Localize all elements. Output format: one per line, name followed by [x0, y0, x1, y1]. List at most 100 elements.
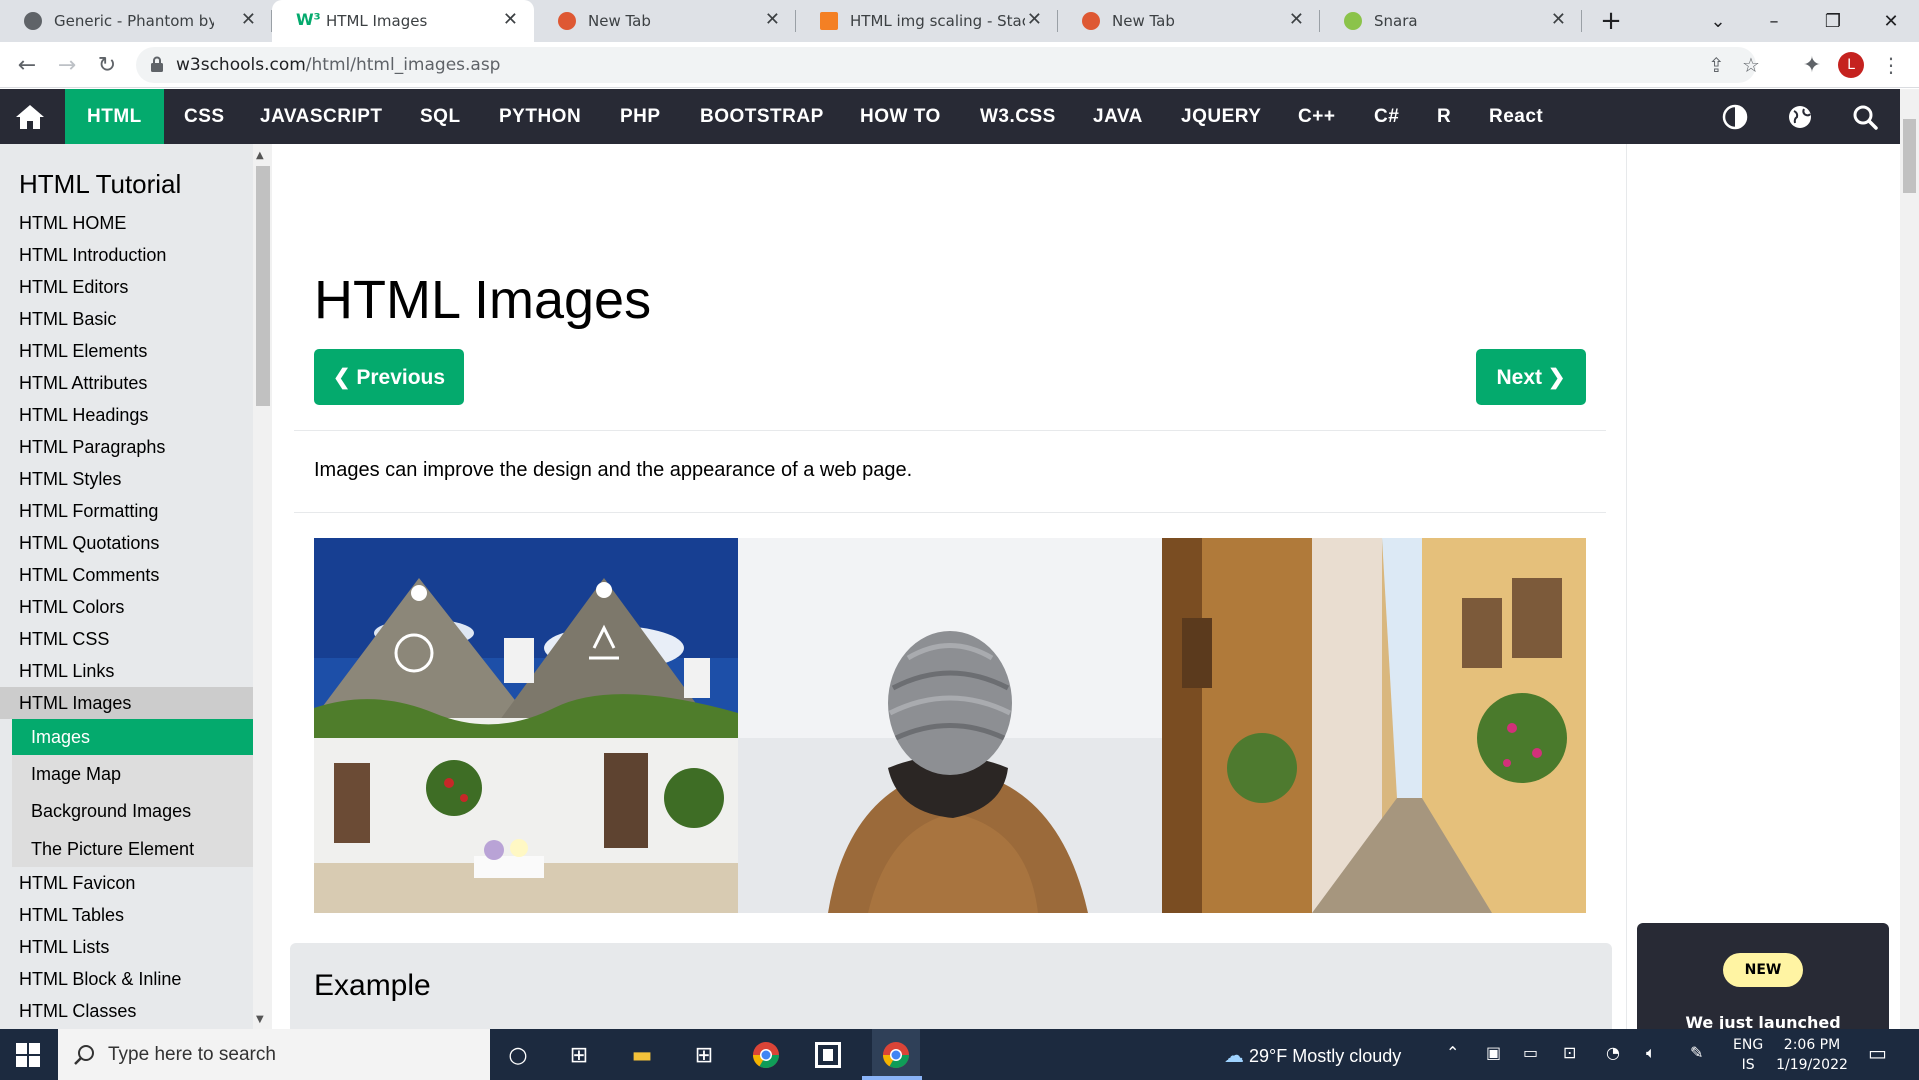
topnav-react[interactable]: React: [1489, 89, 1543, 144]
extensions-puzzle-icon[interactable]: ✦: [1797, 50, 1827, 80]
notifications-icon[interactable]: ▭: [1868, 1041, 1887, 1065]
weather-widget[interactable]: ☁ 29°F Mostly cloudy: [1224, 1043, 1401, 1068]
sidebar-item-html-colors[interactable]: HTML Colors: [19, 597, 124, 618]
minimize-button[interactable]: –: [1746, 0, 1802, 42]
app-bracket-icon[interactable]: [810, 1037, 846, 1073]
sidebar-item-html-block-inline[interactable]: HTML Block & Inline: [19, 969, 181, 990]
sidebar-item-html-home[interactable]: HTML HOME: [19, 213, 126, 234]
topnav-r[interactable]: R: [1437, 89, 1451, 144]
back-icon[interactable]: ←: [12, 50, 42, 80]
windows-start-icon[interactable]: [16, 1043, 40, 1067]
contrast-icon[interactable]: [1721, 103, 1749, 131]
tab-html-images[interactable]: W³ HTML Images ✕: [272, 0, 534, 42]
home-icon[interactable]: [14, 103, 46, 131]
sidebar-item-html-comments[interactable]: HTML Comments: [19, 565, 159, 586]
sidebar-item-html-headings[interactable]: HTML Headings: [19, 405, 148, 426]
sidebar-subitem-picture-element[interactable]: The Picture Element: [31, 839, 194, 860]
page-scroll-thumb[interactable]: [1903, 119, 1916, 193]
tab-snara[interactable]: Snara ✕: [1320, 0, 1582, 42]
sidebar-item-html-styles[interactable]: HTML Styles: [19, 469, 121, 490]
topnav-howto[interactable]: HOW TO: [860, 89, 941, 144]
file-explorer-icon[interactable]: ▬: [624, 1037, 660, 1073]
promo-popup[interactable]: NEW We just launched: [1637, 923, 1889, 1032]
page-scrollbar[interactable]: [1900, 89, 1919, 1029]
close-window-button[interactable]: ✕: [1863, 0, 1919, 42]
sidebar-item-html-editors[interactable]: HTML Editors: [19, 277, 128, 298]
tab-phantom[interactable]: Generic - Phantom by HTML ✕: [0, 0, 272, 42]
sidebar-subitem-image-map[interactable]: Image Map: [31, 764, 121, 785]
sidebar-item-html-introduction[interactable]: HTML Introduction: [19, 245, 166, 266]
volume-icon[interactable]: 🔈︎: [1646, 1043, 1656, 1063]
close-icon[interactable]: ✕: [765, 9, 780, 30]
divider: [294, 512, 1606, 513]
topnav-python[interactable]: PYTHON: [499, 89, 581, 144]
topnav-jquery[interactable]: JQUERY: [1181, 89, 1261, 144]
sidebar-item-html-lists[interactable]: HTML Lists: [19, 937, 109, 958]
microsoft-store-icon[interactable]: ⊞: [686, 1037, 722, 1073]
close-icon[interactable]: ✕: [1027, 9, 1042, 30]
meet-now-icon[interactable]: ▣: [1486, 1043, 1501, 1062]
new-tab-button[interactable]: +: [1583, 0, 1639, 42]
topnav-w3css[interactable]: W3.CSS: [980, 89, 1056, 144]
clock[interactable]: 2:06 PM 1/19/2022: [1772, 1035, 1852, 1075]
sidebar-item-html-links[interactable]: HTML Links: [19, 661, 114, 682]
wifi-icon[interactable]: ◔: [1606, 1043, 1620, 1062]
sidebar-item-html-quotations[interactable]: HTML Quotations: [19, 533, 159, 554]
topnav-java[interactable]: JAVA: [1093, 89, 1143, 144]
sidebar-item-html-elements[interactable]: HTML Elements: [19, 341, 147, 362]
topnav-html[interactable]: HTML: [65, 89, 164, 144]
previous-button[interactable]: ❮ Previous: [314, 349, 464, 405]
sidebar-item-html-images[interactable]: HTML Images: [19, 693, 131, 714]
sidebar-subitem-images[interactable]: Images: [31, 727, 90, 748]
profile-avatar[interactable]: L: [1838, 52, 1864, 78]
sidebar-item-html-attributes[interactable]: HTML Attributes: [19, 373, 147, 394]
sidebar-subitem-background-images[interactable]: Background Images: [31, 801, 191, 822]
close-icon[interactable]: ✕: [241, 9, 256, 30]
topnav-bootstrap[interactable]: BOOTSTRAP: [700, 89, 824, 144]
close-icon[interactable]: ✕: [1551, 9, 1566, 30]
windows-taskbar: Type here to search ○ ⊞ ▬ ⊞ ☁ 29°F Mostl…: [0, 1029, 1919, 1080]
topnav-csharp[interactable]: C#: [1374, 89, 1399, 144]
topnav-cpp[interactable]: C++: [1298, 89, 1335, 144]
next-button[interactable]: Next ❯: [1476, 349, 1586, 405]
topnav-php[interactable]: PHP: [620, 89, 661, 144]
tab-new-tab-2[interactable]: New Tab ✕: [1058, 0, 1320, 42]
chrome-active-icon[interactable]: [872, 1029, 920, 1080]
topnav-javascript[interactable]: JAVASCRIPT: [260, 89, 383, 144]
pen-icon[interactable]: ✎: [1690, 1043, 1703, 1062]
sidebar-item-html-css[interactable]: HTML CSS: [19, 629, 109, 650]
sidebar-item-html-basic[interactable]: HTML Basic: [19, 309, 116, 330]
sidebar-item-html-paragraphs[interactable]: HTML Paragraphs: [19, 437, 165, 458]
taskbar-search-box[interactable]: Type here to search: [58, 1029, 490, 1080]
bookmark-star-icon[interactable]: ☆: [1742, 53, 1760, 77]
battery-icon[interactable]: ▭: [1523, 1043, 1538, 1062]
sidebar-item-html-tables[interactable]: HTML Tables: [19, 905, 124, 926]
task-view-icon[interactable]: ⊞: [561, 1037, 597, 1073]
menu-kebab-icon[interactable]: ⋮: [1876, 50, 1906, 80]
show-hidden-icons-chevron-icon[interactable]: ⌃: [1446, 1043, 1459, 1062]
language-indicator[interactable]: ENG IS: [1733, 1035, 1763, 1075]
scroll-up-arrow-icon[interactable]: ▲: [256, 150, 264, 161]
globe-icon[interactable]: [1786, 103, 1814, 131]
topnav-sql[interactable]: SQL: [420, 89, 461, 144]
sidebar-item-html-classes[interactable]: HTML Classes: [19, 1001, 136, 1022]
display-icon[interactable]: ⊡: [1563, 1043, 1576, 1062]
sidebar-item-html-formatting[interactable]: HTML Formatting: [19, 501, 158, 522]
cortana-icon[interactable]: ○: [500, 1037, 536, 1073]
close-icon[interactable]: ✕: [1289, 9, 1304, 30]
tab-search-chevron-icon[interactable]: ⌄: [1690, 0, 1746, 42]
close-icon[interactable]: ✕: [503, 9, 518, 30]
topnav-css[interactable]: CSS: [184, 89, 225, 144]
chrome-icon[interactable]: [748, 1037, 784, 1073]
address-bar[interactable]: w3schools.com/html/html_images.asp ⇪ ☆: [136, 47, 1760, 83]
share-icon[interactable]: ⇪: [1708, 53, 1725, 77]
tab-new-tab-1[interactable]: New Tab ✕: [534, 0, 796, 42]
sidebar-scroll-thumb[interactable]: [256, 166, 270, 406]
search-icon[interactable]: [1851, 103, 1879, 131]
reload-icon[interactable]: ↻: [92, 50, 122, 80]
scroll-down-arrow-icon[interactable]: ▼: [256, 1014, 264, 1025]
tab-stackoverflow[interactable]: HTML img scaling - Stack O ✕: [796, 0, 1058, 42]
sidebar-item-html-favicon[interactable]: HTML Favicon: [19, 873, 135, 894]
forward-icon[interactable]: →: [52, 50, 82, 80]
restore-button[interactable]: ❐: [1805, 0, 1861, 42]
